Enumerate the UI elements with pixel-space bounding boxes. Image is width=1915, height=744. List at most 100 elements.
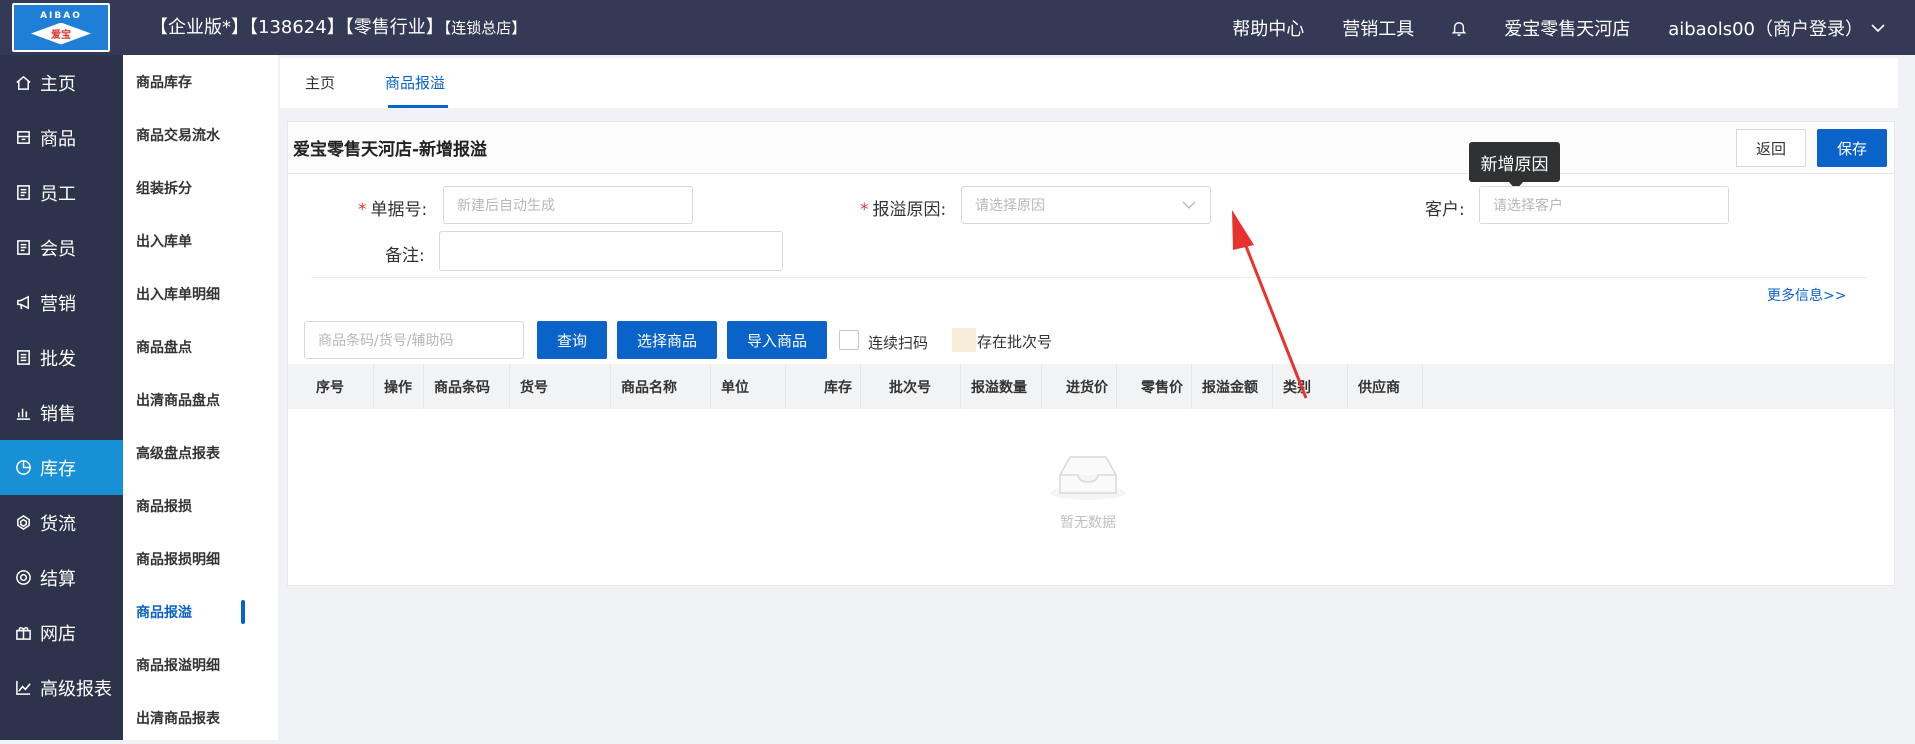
sidebar-item-label: 批发: [40, 348, 76, 370]
batch-legend-swatch: [952, 328, 976, 352]
sidebar-item-settlement[interactable]: 结算: [0, 550, 123, 605]
goods-icon: [14, 129, 32, 147]
sidebar-item-staff[interactable]: 员工: [0, 165, 123, 220]
sidebar-item-label: 会员: [40, 238, 76, 260]
reason-select-placeholder: 请选择原因: [975, 198, 1045, 214]
column-header: 货号: [510, 364, 611, 409]
customer-label: 客户:: [1425, 200, 1465, 220]
column-header: 报溢金额: [1192, 364, 1273, 409]
column-header: 进货价: [1042, 364, 1117, 409]
subnav-item[interactable]: 出清商品盘点: [123, 373, 278, 426]
chart-icon: [14, 404, 32, 422]
top-nav: 帮助中心 营销工具 爱宝零售天河店 aibaols00（商户登录）: [1194, 0, 1885, 55]
logo-text: AIBAO: [40, 10, 82, 21]
batch-legend-label: 存在批次号: [977, 333, 1053, 351]
sidebar-item-online-shop[interactable]: 网店: [0, 605, 123, 660]
sidebar-item-goods[interactable]: 商品: [0, 110, 123, 165]
subnav-item[interactable]: 出入库单明细: [123, 267, 278, 320]
sidebar-item-advanced-report[interactable]: 高级报表: [0, 660, 123, 715]
overflow-form-card: 爱宝零售天河店-新增报溢 返回 保存 * 单据号: 新建后自动生成 * 报溢原因: …: [287, 121, 1895, 586]
sub-sidebar: 商品库存 商品交易流水 组装拆分 出入库单 出入库单明细 商品盘点 出清商品盘点…: [123, 55, 278, 740]
user-menu[interactable]: aibaols00（商户登录）: [1668, 15, 1885, 41]
column-header: 库存: [786, 364, 861, 409]
user-name: aibaols00（商户登录）: [1668, 18, 1863, 40]
sidebar-item-label: 员工: [40, 183, 76, 205]
back-button[interactable]: 返回: [1736, 129, 1806, 167]
pie-icon: [14, 459, 32, 477]
member-icon: [14, 239, 32, 257]
customer-input[interactable]: 请选择客户: [1479, 186, 1729, 224]
sidebar-item-label: 销售: [40, 403, 76, 425]
reason-label: * 报溢原因:: [860, 200, 947, 220]
system-title: 【企业版*】【138624】【零售行业】【连锁总店】: [150, 0, 526, 55]
remark-label: 备注:: [385, 246, 425, 266]
column-header: 批次号: [861, 364, 961, 409]
store-name[interactable]: 爱宝零售天河店: [1504, 15, 1630, 41]
shop-icon: [14, 624, 32, 642]
flow-icon: [14, 514, 32, 532]
main-sidebar: 主页 商品 员工 会员 营销 批发 销售 库存 货流 结算 网店 高级报表: [0, 55, 123, 740]
column-header: 供应商: [1348, 364, 1423, 409]
sidebar-item-inventory[interactable]: 库存: [0, 440, 123, 495]
order-no-label-text: 单据号:: [370, 200, 428, 220]
sidebar-item-label: 货流: [40, 513, 76, 535]
continuous-scan-checkbox[interactable]: [839, 330, 859, 350]
system-title-store-type: 【连锁总店】: [443, 19, 527, 37]
system-title-main: 【企业版*】【138624】【零售行业】: [150, 17, 444, 38]
tab-home[interactable]: 主页: [280, 58, 360, 108]
sidebar-item-label: 网店: [40, 623, 76, 645]
select-goods-button[interactable]: 选择商品: [617, 321, 717, 359]
help-center-link[interactable]: 帮助中心: [1232, 15, 1304, 41]
chevron-down-icon: [1182, 201, 1196, 209]
save-button[interactable]: 保存: [1817, 129, 1887, 167]
sidebar-item-sales[interactable]: 销售: [0, 385, 123, 440]
sidebar-item-label: 主页: [40, 73, 76, 95]
sidebar-item-member[interactable]: 会员: [0, 220, 123, 275]
reason-select[interactable]: 请选择原因: [961, 186, 1211, 224]
order-no-input[interactable]: 新建后自动生成: [443, 186, 693, 224]
subnav-item[interactable]: 高级盘点报表: [123, 426, 278, 479]
subnav-item[interactable]: 出清商品报表: [123, 691, 278, 744]
logo-diamond: 爱宝: [31, 22, 91, 45]
aibao-logo[interactable]: AIBAO 爱宝: [12, 3, 110, 52]
continuous-scan-label: 连续扫码: [868, 334, 929, 352]
subnav-item-active[interactable]: 商品报溢: [123, 585, 278, 638]
column-header: 类别: [1273, 364, 1348, 409]
tab-overflow-report[interactable]: 商品报溢: [360, 58, 470, 108]
empty-state: 暂无数据: [1043, 447, 1133, 532]
add-reason-tooltip: 新增原因: [1469, 142, 1560, 190]
line-chart-icon: [14, 679, 32, 697]
sidebar-item-label: 库存: [40, 458, 76, 480]
sidebar-item-wholesale[interactable]: 批发: [0, 330, 123, 385]
column-header: 序号: [288, 364, 374, 409]
chevron-down-icon: [1871, 23, 1885, 32]
subnav-item[interactable]: 商品报溢明细: [123, 638, 278, 691]
settle-icon: [14, 569, 32, 587]
bell-icon[interactable]: [1452, 20, 1467, 36]
sidebar-item-label: 商品: [40, 128, 76, 150]
form-divider: [311, 277, 1866, 278]
form-title: 爱宝零售天河店-新增报溢: [288, 122, 1894, 174]
column-header: 操作: [374, 364, 424, 409]
subnav-item[interactable]: 出入库单: [123, 214, 278, 267]
page-tabs: 主页 商品报溢: [280, 58, 1898, 108]
sidebar-item-marketing[interactable]: 营销: [0, 275, 123, 330]
subnav-item[interactable]: 商品交易流水: [123, 108, 278, 161]
subnav-item[interactable]: 商品盘点: [123, 320, 278, 373]
subnav-item[interactable]: 组装拆分: [123, 161, 278, 214]
sidebar-item-home[interactable]: 主页: [0, 55, 123, 110]
more-info-link[interactable]: 更多信息>>: [1767, 285, 1846, 305]
subnav-item[interactable]: 商品报损: [123, 479, 278, 532]
sidebar-item-logistics[interactable]: 货流: [0, 495, 123, 550]
column-header: 零售价: [1117, 364, 1192, 409]
marketing-tool-link[interactable]: 营销工具: [1342, 15, 1414, 41]
import-goods-button[interactable]: 导入商品: [727, 321, 827, 359]
remark-textarea[interactable]: [439, 231, 783, 271]
subnav-item[interactable]: 商品报损明细: [123, 532, 278, 585]
empty-text: 暂无数据: [1060, 515, 1116, 531]
goods-search-input[interactable]: 商品条码/货号/辅助码: [304, 321, 524, 359]
empty-box-icon: [1050, 456, 1126, 500]
subnav-item[interactable]: 商品库存: [123, 55, 278, 108]
query-button[interactable]: 查询: [537, 321, 607, 359]
sidebar-item-label: 结算: [40, 568, 76, 590]
